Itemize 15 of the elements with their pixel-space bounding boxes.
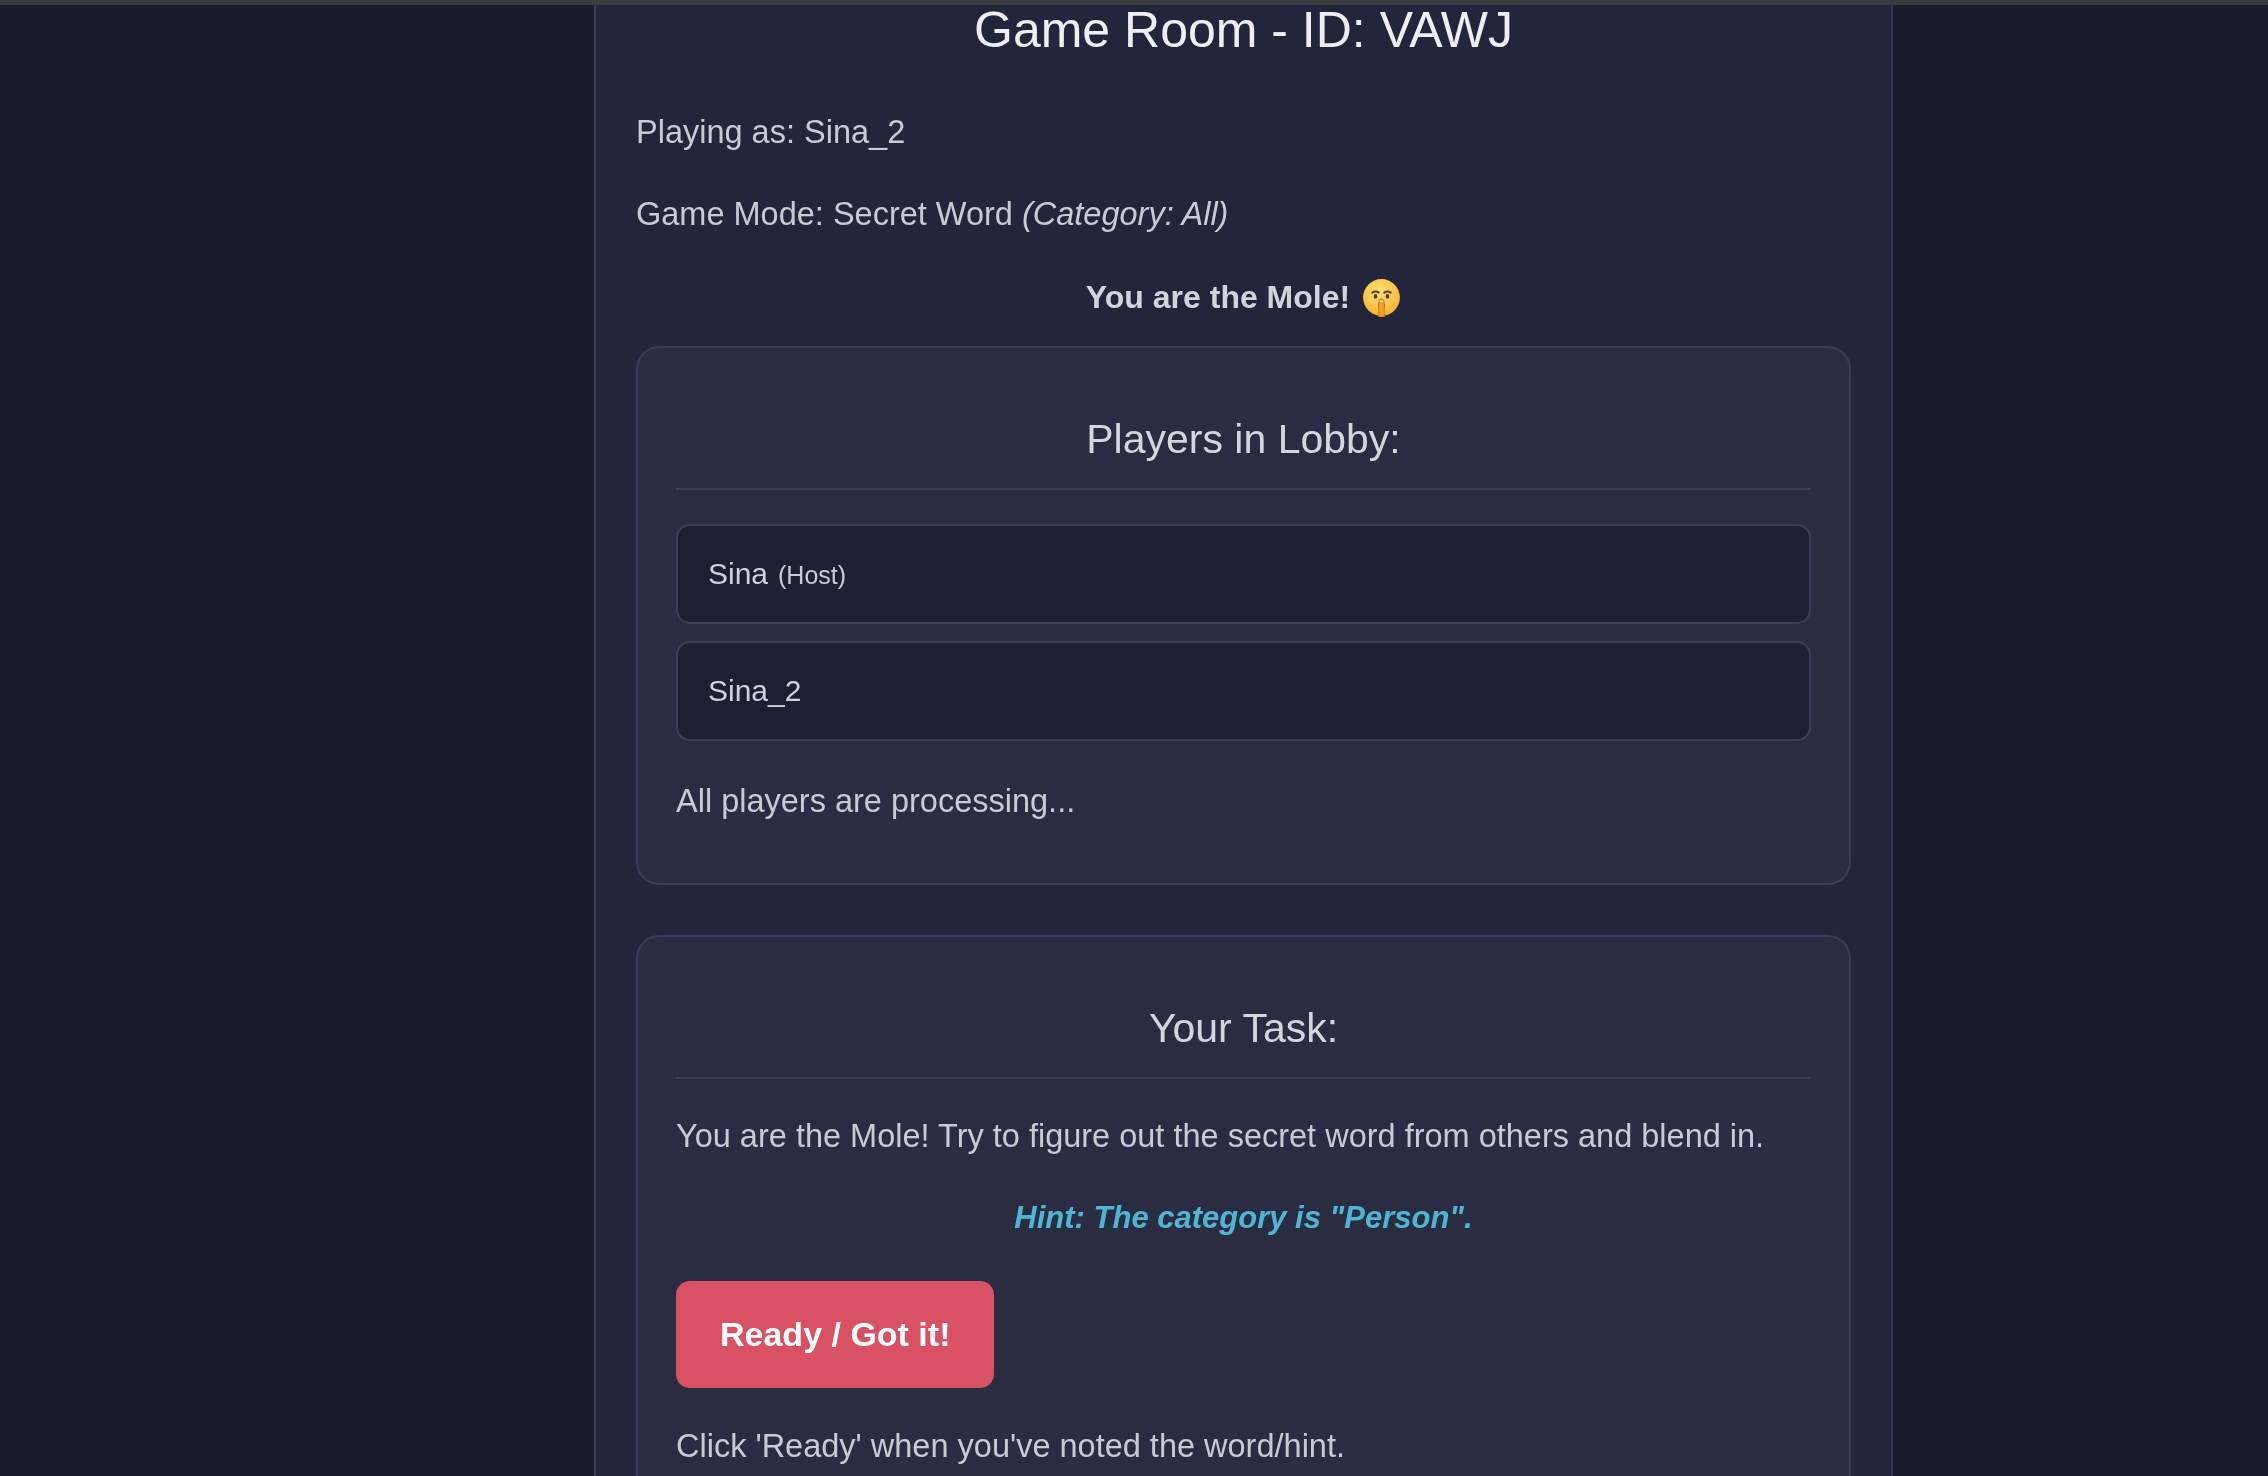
task-description: You are the Mole! Try to figure out the secret word from others and blend in.: [676, 1118, 1765, 1155]
playing-as-text: Playing as: Sina_2: [636, 114, 906, 151]
host-tag: (Host): [778, 558, 847, 590]
shushing-face-icon: [1362, 278, 1402, 317]
player-name: Sina_2: [708, 674, 802, 708]
hint-text: Hint: The category is "Person".: [1014, 1199, 1473, 1236]
task-title: Your Task:: [676, 1008, 1811, 1079]
lobby-status-text: All players are processing...: [676, 783, 1077, 820]
game-mode-text: Game Mode: Secret Word (Category: All): [636, 196, 1229, 233]
role-message-text: You are the Mole!: [1085, 279, 1351, 316]
player-name: Sina: [708, 557, 769, 591]
ready-button[interactable]: Ready / Got it!: [676, 1281, 995, 1388]
ready-note: Click 'Ready' when you've noted the word/hint.: [676, 1428, 1345, 1465]
lobby-title: Players in Lobby:: [676, 419, 1811, 490]
room-title: Game Room - ID: VAWJ: [973, 5, 1514, 55]
